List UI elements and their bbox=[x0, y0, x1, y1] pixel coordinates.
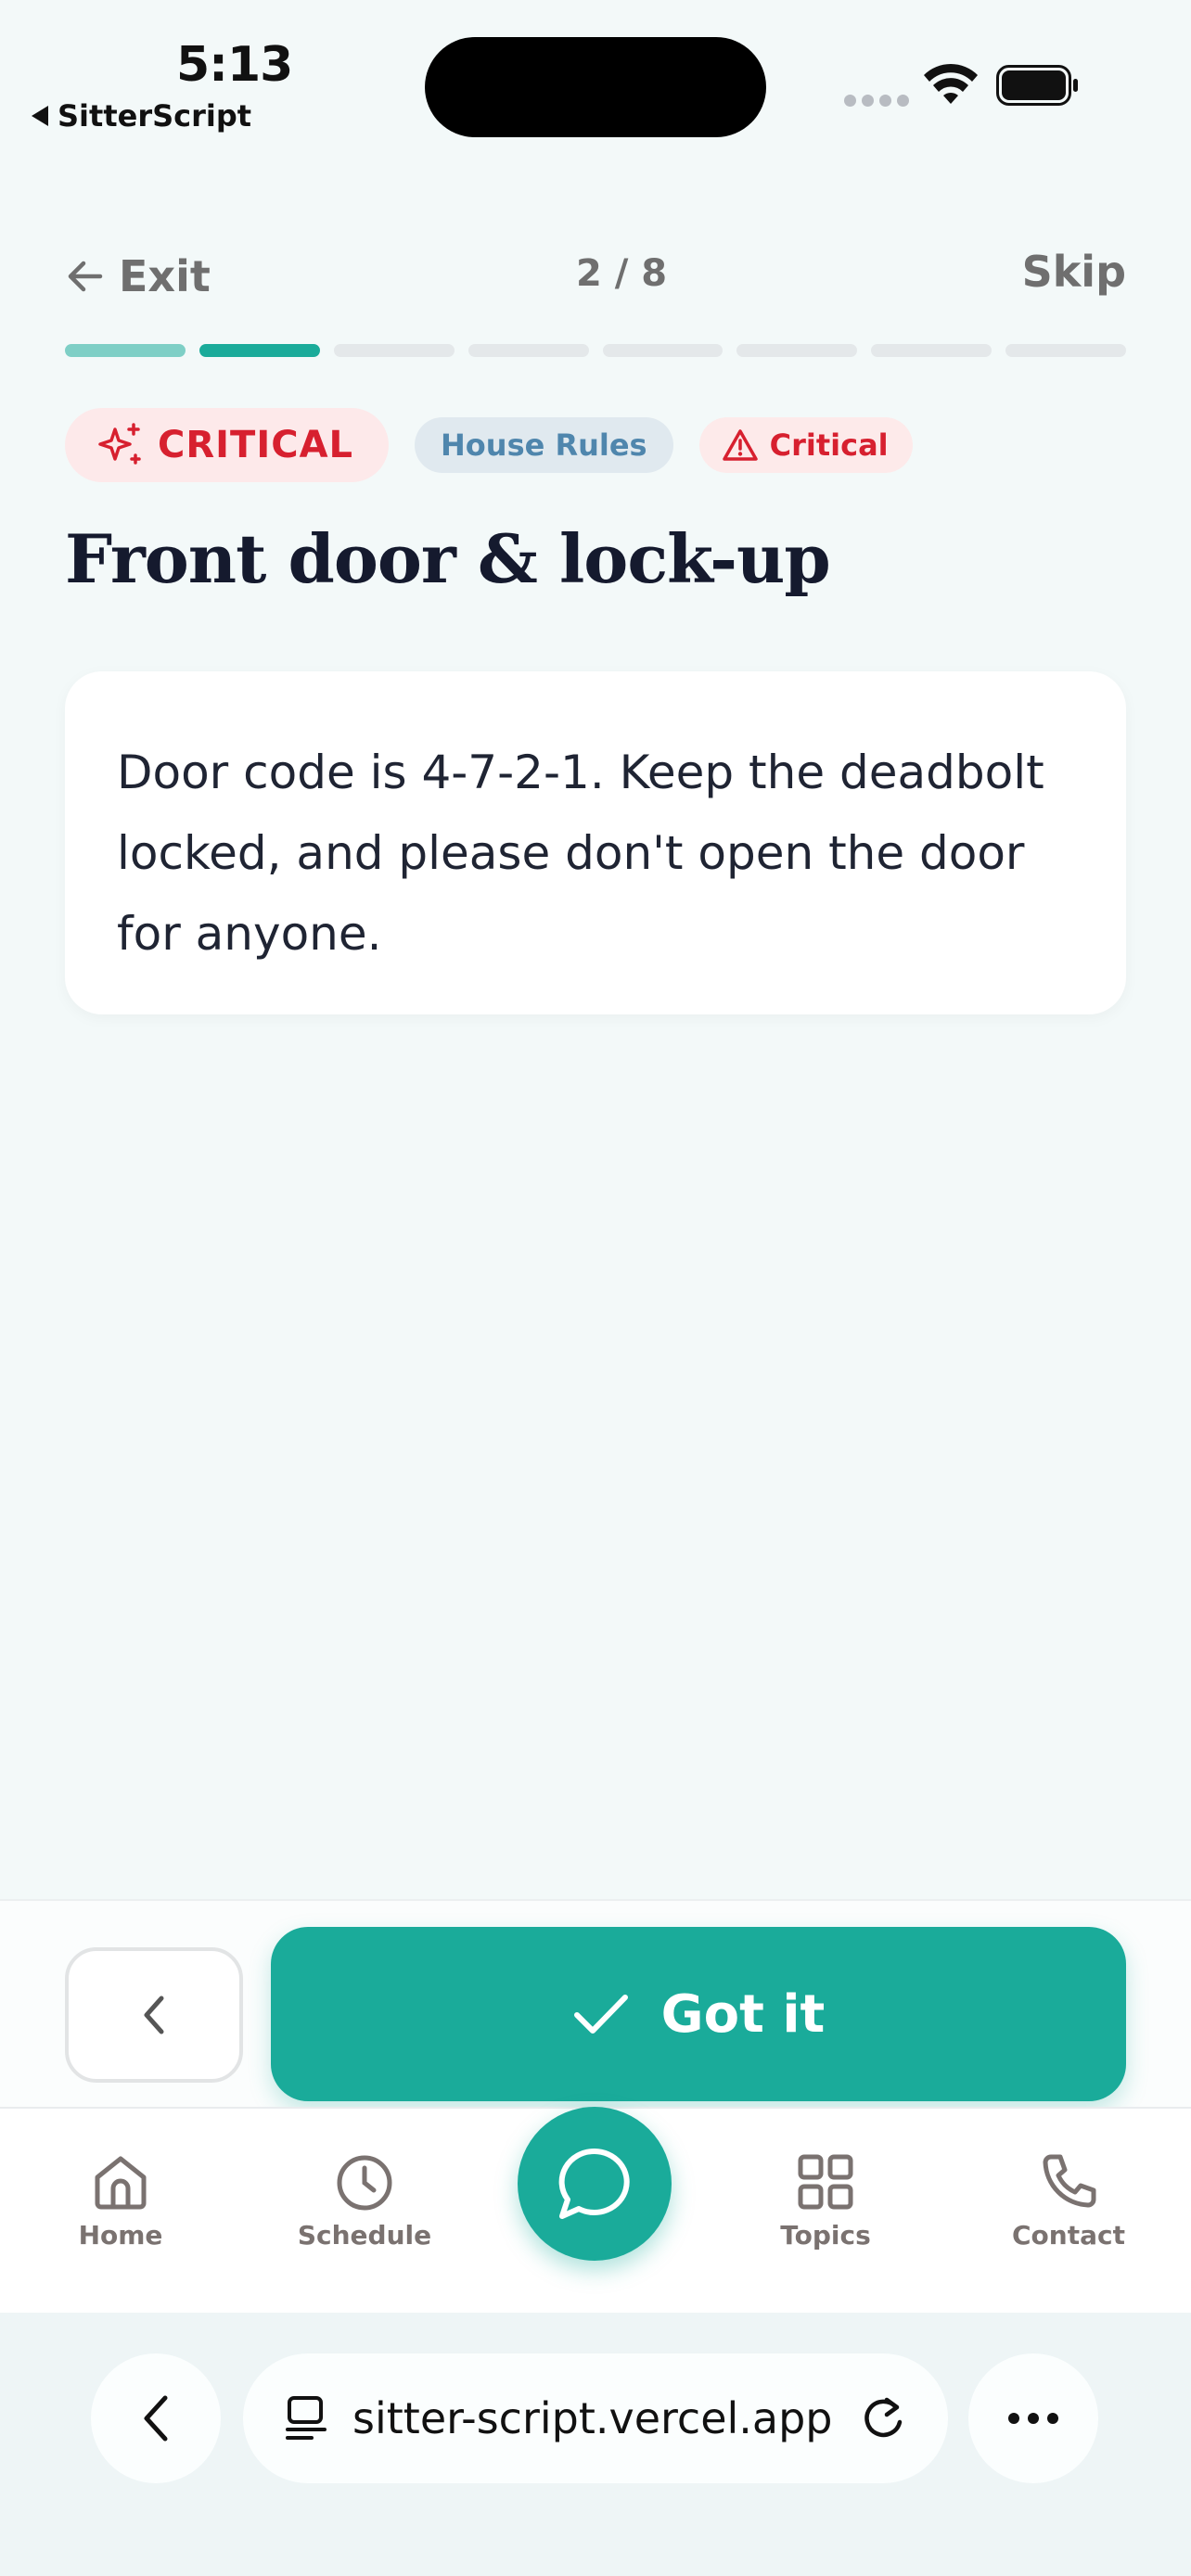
sparkles-icon bbox=[98, 423, 141, 465]
clock-icon bbox=[337, 2155, 392, 2211]
badge-row: CRITICAL House Rules Critical bbox=[65, 408, 913, 482]
checkmark-icon bbox=[573, 1995, 628, 2034]
critical-level-badge: Critical bbox=[698, 417, 913, 473]
progress-segment bbox=[65, 344, 186, 357]
progress-segment bbox=[871, 344, 992, 357]
progress-segment bbox=[736, 344, 858, 357]
page-menu-icon bbox=[286, 2396, 327, 2440]
tab-topics-label: Topics bbox=[780, 2220, 871, 2251]
exit-button[interactable]: Exit bbox=[65, 247, 211, 306]
card-body-text: Door code is 4-7-2-1. Keep the deadbolt … bbox=[117, 746, 1044, 961]
step-progress-bar bbox=[65, 344, 1126, 357]
progress-segment bbox=[467, 344, 589, 357]
previous-button[interactable] bbox=[65, 1947, 243, 2083]
skip-button[interactable]: Skip bbox=[1005, 247, 1126, 297]
progress-segment bbox=[333, 344, 455, 357]
dot bbox=[1047, 2413, 1058, 2424]
more-options-button[interactable] bbox=[968, 2353, 1098, 2483]
phone-icon bbox=[1043, 2154, 1096, 2208]
back-app-label: SitterScript bbox=[58, 98, 252, 134]
wifi-icon bbox=[924, 63, 978, 104]
tab-home-label: Home bbox=[78, 2220, 163, 2251]
dot bbox=[1028, 2413, 1039, 2424]
tab-schedule-label: Schedule bbox=[297, 2220, 432, 2251]
chevron-left-icon bbox=[144, 1996, 164, 2034]
category-badge: House Rules bbox=[415, 417, 673, 473]
dot bbox=[1008, 2413, 1019, 2424]
chevron-left-icon bbox=[144, 2395, 168, 2442]
arrow-left-icon bbox=[68, 261, 103, 292]
tab-schedule[interactable]: Schedule bbox=[272, 2149, 457, 2251]
progress-segment bbox=[1005, 344, 1126, 357]
back-triangle-icon bbox=[32, 106, 48, 126]
cellular-signal-icon bbox=[844, 95, 909, 107]
tab-contact[interactable]: Contact bbox=[976, 2149, 1161, 2251]
critical-level-label: Critical bbox=[769, 427, 889, 463]
grid-icon bbox=[798, 2154, 853, 2210]
tab-contact-label: Contact bbox=[1012, 2220, 1125, 2251]
status-time: 5:13 bbox=[176, 37, 293, 93]
progress-segment bbox=[602, 344, 724, 357]
address-bar[interactable]: sitter-script.vercel.app bbox=[243, 2353, 948, 2483]
card-title: Front door & lock-up bbox=[65, 519, 831, 598]
dynamic-island bbox=[425, 37, 766, 137]
got-it-label: Got it bbox=[660, 1983, 826, 2045]
reload-icon[interactable] bbox=[859, 2394, 907, 2442]
critical-priority-label: CRITICAL bbox=[158, 424, 354, 466]
chat-bubble-icon bbox=[558, 2148, 630, 2219]
critical-priority-badge: CRITICAL bbox=[65, 408, 390, 482]
browser-back-button[interactable] bbox=[91, 2353, 221, 2483]
warning-triangle-icon bbox=[722, 429, 758, 461]
step-counter: 2 / 8 bbox=[575, 252, 668, 295]
tab-home[interactable]: Home bbox=[28, 2149, 213, 2251]
battery-icon bbox=[996, 65, 1078, 106]
home-icon bbox=[95, 2156, 147, 2210]
tab-topics[interactable]: Topics bbox=[733, 2149, 918, 2251]
exit-label: Exit bbox=[119, 251, 211, 301]
instruction-card: Door code is 4-7-2-1. Keep the deadbolt … bbox=[65, 671, 1126, 1014]
got-it-button[interactable]: Got it bbox=[271, 1927, 1126, 2101]
progress-segment bbox=[198, 344, 320, 357]
back-to-app-link[interactable]: SitterScript bbox=[32, 98, 251, 134]
url-text: sitter-script.vercel.app bbox=[352, 2393, 833, 2443]
chat-button[interactable] bbox=[518, 2107, 672, 2261]
